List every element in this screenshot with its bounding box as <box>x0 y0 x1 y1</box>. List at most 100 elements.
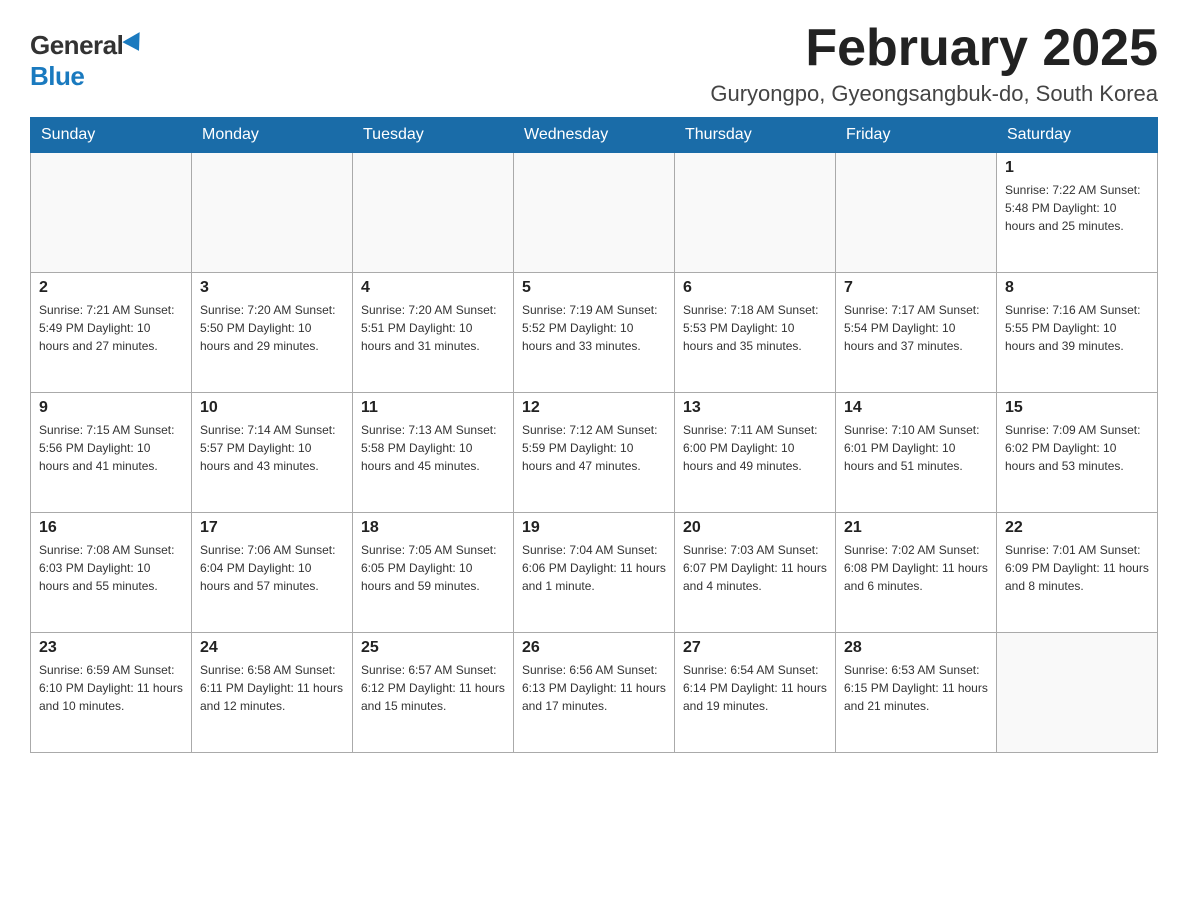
day-number: 13 <box>683 399 827 417</box>
day-number: 9 <box>39 399 183 417</box>
calendar-day-cell: 24 Sunrise: 6:58 AM Sunset: 6:11 PM Dayli… <box>192 633 353 753</box>
day-number: 2 <box>39 279 183 297</box>
calendar-day-cell: 23 Sunrise: 6:59 AM Sunset: 6:10 PM Dayli… <box>31 633 192 753</box>
day-number: 15 <box>1005 399 1149 417</box>
calendar-day-cell: 19Sunrise: 7:04 AM Sunset: 6:06 PM Dayli… <box>514 513 675 633</box>
calendar-day-cell <box>353 153 514 273</box>
day-info: Sunrise: 6:59 AM Sunset: 6:10 PM Dayligh… <box>39 661 183 715</box>
day-info: Sunrise: 7:20 AM Sunset: 5:51 PM Dayligh… <box>361 301 505 355</box>
day-number: 6 <box>683 279 827 297</box>
calendar-day-cell <box>675 153 836 273</box>
weekday-header-saturday: Saturday <box>997 118 1158 153</box>
day-info: Sunrise: 7:10 AM Sunset: 6:01 PM Dayligh… <box>844 421 988 475</box>
calendar-day-cell <box>836 153 997 273</box>
day-number: 18 <box>361 519 505 537</box>
day-number: 22 <box>1005 519 1149 537</box>
day-info: Sunrise: 7:15 AM Sunset: 5:56 PM Dayligh… <box>39 421 183 475</box>
calendar-day-cell: 4 Sunrise: 7:20 AM Sunset: 5:51 PM Daylig… <box>353 273 514 393</box>
calendar-day-cell: 14 Sunrise: 7:10 AM Sunset: 6:01 PM Dayli… <box>836 393 997 513</box>
day-number: 19 <box>522 519 666 537</box>
day-info: Sunrise: 7:17 AM Sunset: 5:54 PM Dayligh… <box>844 301 988 355</box>
day-info: Sunrise: 7:14 AM Sunset: 5:57 PM Dayligh… <box>200 421 344 475</box>
day-info: Sunrise: 7:08 AM Sunset: 6:03 PM Dayligh… <box>39 541 183 595</box>
day-info: Sunrise: 7:13 AM Sunset: 5:58 PM Dayligh… <box>361 421 505 475</box>
calendar-day-cell: 6 Sunrise: 7:18 AM Sunset: 5:53 PM Daylig… <box>675 273 836 393</box>
day-info: Sunrise: 7:05 AM Sunset: 6:05 PM Dayligh… <box>361 541 505 595</box>
calendar-week-row: 2 Sunrise: 7:21 AM Sunset: 5:49 PM Daylig… <box>31 273 1158 393</box>
weekday-header-wednesday: Wednesday <box>514 118 675 153</box>
day-info: Sunrise: 7:19 AM Sunset: 5:52 PM Dayligh… <box>522 301 666 355</box>
calendar-week-row: 16 Sunrise: 7:08 AM Sunset: 6:03 PM Dayli… <box>31 513 1158 633</box>
calendar-day-cell: 7Sunrise: 7:17 AM Sunset: 5:54 PM Daylig… <box>836 273 997 393</box>
day-info: Sunrise: 7:16 AM Sunset: 5:55 PM Dayligh… <box>1005 301 1149 355</box>
month-title: February 2025 <box>710 20 1158 77</box>
calendar-day-cell: 11 Sunrise: 7:13 AM Sunset: 5:58 PM Dayli… <box>353 393 514 513</box>
weekday-header-monday: Monday <box>192 118 353 153</box>
day-number: 28 <box>844 639 988 657</box>
day-number: 12 <box>522 399 666 417</box>
calendar-day-cell: 28 Sunrise: 6:53 AM Sunset: 6:15 PM Dayli… <box>836 633 997 753</box>
page-header: General Blue February 2025 Guryongpo, Gy… <box>30 20 1158 107</box>
day-info: Sunrise: 7:20 AM Sunset: 5:50 PM Dayligh… <box>200 301 344 355</box>
weekday-header-row: SundayMondayTuesdayWednesdayThursdayFrid… <box>31 118 1158 153</box>
day-number: 27 <box>683 639 827 657</box>
calendar-day-cell: 8 Sunrise: 7:16 AM Sunset: 5:55 PM Daylig… <box>997 273 1158 393</box>
calendar-day-cell: 27 Sunrise: 6:54 AM Sunset: 6:14 PM Dayli… <box>675 633 836 753</box>
day-number: 16 <box>39 519 183 537</box>
calendar-day-cell: 1Sunrise: 7:22 AM Sunset: 5:48 PM Daylig… <box>997 153 1158 273</box>
day-number: 17 <box>200 519 344 537</box>
day-number: 23 <box>39 639 183 657</box>
calendar-week-row: 1Sunrise: 7:22 AM Sunset: 5:48 PM Daylig… <box>31 153 1158 273</box>
day-number: 8 <box>1005 279 1149 297</box>
calendar-day-cell: 18 Sunrise: 7:05 AM Sunset: 6:05 PM Dayli… <box>353 513 514 633</box>
calendar-day-cell: 21 Sunrise: 7:02 AM Sunset: 6:08 PM Dayli… <box>836 513 997 633</box>
day-info: Sunrise: 6:57 AM Sunset: 6:12 PM Dayligh… <box>361 661 505 715</box>
day-info: Sunrise: 6:56 AM Sunset: 6:13 PM Dayligh… <box>522 661 666 715</box>
calendar-day-cell: 17 Sunrise: 7:06 AM Sunset: 6:04 PM Dayli… <box>192 513 353 633</box>
day-info: Sunrise: 7:11 AM Sunset: 6:00 PM Dayligh… <box>683 421 827 475</box>
day-info: Sunrise: 7:01 AM Sunset: 6:09 PM Dayligh… <box>1005 541 1149 595</box>
day-info: Sunrise: 7:21 AM Sunset: 5:49 PM Dayligh… <box>39 301 183 355</box>
location-title: Guryongpo, Gyeongsangbuk-do, South Korea <box>710 81 1158 107</box>
calendar-day-cell: 12 Sunrise: 7:12 AM Sunset: 5:59 PM Dayli… <box>514 393 675 513</box>
calendar-day-cell: 2 Sunrise: 7:21 AM Sunset: 5:49 PM Daylig… <box>31 273 192 393</box>
day-info: Sunrise: 6:58 AM Sunset: 6:11 PM Dayligh… <box>200 661 344 715</box>
day-number: 14 <box>844 399 988 417</box>
day-number: 21 <box>844 519 988 537</box>
day-number: 3 <box>200 279 344 297</box>
day-info: Sunrise: 7:02 AM Sunset: 6:08 PM Dayligh… <box>844 541 988 595</box>
calendar-day-cell <box>192 153 353 273</box>
day-info: Sunrise: 7:12 AM Sunset: 5:59 PM Dayligh… <box>522 421 666 475</box>
day-number: 4 <box>361 279 505 297</box>
logo-general-text: General <box>30 30 123 61</box>
calendar-day-cell: 22 Sunrise: 7:01 AM Sunset: 6:09 PM Dayli… <box>997 513 1158 633</box>
day-info: Sunrise: 6:53 AM Sunset: 6:15 PM Dayligh… <box>844 661 988 715</box>
day-number: 25 <box>361 639 505 657</box>
logo-triangle-icon <box>123 32 148 56</box>
calendar-week-row: 9 Sunrise: 7:15 AM Sunset: 5:56 PM Daylig… <box>31 393 1158 513</box>
day-info: Sunrise: 7:22 AM Sunset: 5:48 PM Dayligh… <box>1005 181 1149 235</box>
weekday-header-friday: Friday <box>836 118 997 153</box>
weekday-header-sunday: Sunday <box>31 118 192 153</box>
day-number: 20 <box>683 519 827 537</box>
calendar-day-cell: 26Sunrise: 6:56 AM Sunset: 6:13 PM Dayli… <box>514 633 675 753</box>
logo: General Blue <box>30 20 145 92</box>
day-number: 5 <box>522 279 666 297</box>
day-info: Sunrise: 7:18 AM Sunset: 5:53 PM Dayligh… <box>683 301 827 355</box>
weekday-header-tuesday: Tuesday <box>353 118 514 153</box>
day-number: 24 <box>200 639 344 657</box>
day-info: Sunrise: 7:09 AM Sunset: 6:02 PM Dayligh… <box>1005 421 1149 475</box>
calendar-day-cell: 16 Sunrise: 7:08 AM Sunset: 6:03 PM Dayli… <box>31 513 192 633</box>
calendar-day-cell: 3 Sunrise: 7:20 AM Sunset: 5:50 PM Daylig… <box>192 273 353 393</box>
day-info: Sunrise: 6:54 AM Sunset: 6:14 PM Dayligh… <box>683 661 827 715</box>
calendar-day-cell <box>514 153 675 273</box>
calendar-day-cell <box>997 633 1158 753</box>
day-number: 10 <box>200 399 344 417</box>
title-area: February 2025 Guryongpo, Gyeongsangbuk-d… <box>710 20 1158 107</box>
calendar-week-row: 23 Sunrise: 6:59 AM Sunset: 6:10 PM Dayli… <box>31 633 1158 753</box>
calendar-day-cell: 9 Sunrise: 7:15 AM Sunset: 5:56 PM Daylig… <box>31 393 192 513</box>
day-number: 11 <box>361 399 505 417</box>
calendar-day-cell <box>31 153 192 273</box>
calendar-day-cell: 25 Sunrise: 6:57 AM Sunset: 6:12 PM Dayli… <box>353 633 514 753</box>
day-info: Sunrise: 7:06 AM Sunset: 6:04 PM Dayligh… <box>200 541 344 595</box>
